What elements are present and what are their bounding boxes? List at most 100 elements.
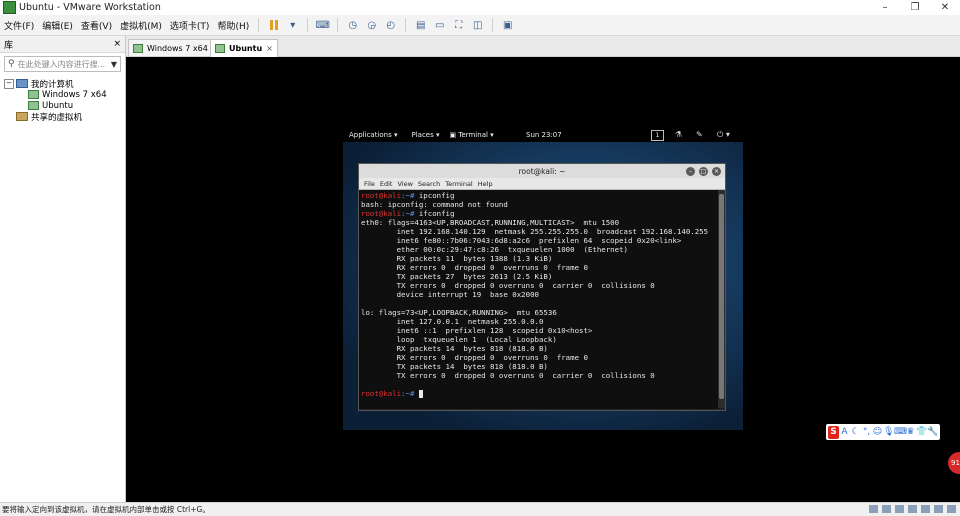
term-menu-edit[interactable]: Edit xyxy=(380,180,393,188)
close-icon[interactable]: × xyxy=(712,167,721,176)
tab-ubuntu[interactable]: Ubuntu × xyxy=(210,39,278,57)
library-search-input[interactable]: ⚲ 在此处键入内容进行搜... ▼ xyxy=(4,56,121,72)
term-menu-help[interactable]: Help xyxy=(478,180,493,188)
microphone-icon[interactable]: 🎙 xyxy=(883,426,894,439)
library-panel: 库 × ⚲ 在此处键入内容进行搜... ▼ − 我的计算机 Windows 7 … xyxy=(0,36,126,502)
network-icon[interactable]: ⚗ xyxy=(675,130,682,139)
hdd-icon[interactable] xyxy=(869,505,878,513)
term-menu-terminal[interactable]: Terminal xyxy=(445,180,472,188)
terminal-scrollbar[interactable] xyxy=(718,190,725,408)
tree-item-shared-vms[interactable]: 共享的虚拟机 xyxy=(4,111,121,123)
send-ctrl-alt-del-button[interactable]: ⌨ xyxy=(315,18,330,32)
moon-icon[interactable]: ☾ xyxy=(850,426,861,439)
term-menu-search[interactable]: Search xyxy=(418,180,440,188)
show-library-button[interactable]: ▤ xyxy=(413,18,428,32)
tree-item-label: 我的计算机 xyxy=(31,79,74,90)
workspace-indicator[interactable]: 1 xyxy=(651,130,664,141)
terminal-line: RX errors 0 dropped 0 overruns 0 frame 0 xyxy=(361,353,588,362)
terminal-line: root@kali:~# ifconfig xyxy=(361,209,455,218)
terminal-window[interactable]: root@kali: ~ – □ × File Edit View Search… xyxy=(358,163,726,411)
wrench-icon[interactable]: 🔧 xyxy=(927,426,938,439)
gnome-top-bar: Applications ▾ Places ▾ ▣ Terminal ▾ Sun… xyxy=(343,128,743,142)
shared-vm-icon xyxy=(16,112,28,121)
tree-item-ubuntu[interactable]: Ubuntu xyxy=(4,100,121,111)
guest-desktop[interactable]: Applications ▾ Places ▾ ▣ Terminal ▾ Sun… xyxy=(343,128,743,430)
menu-view[interactable]: 查看(V) xyxy=(77,19,116,32)
collapse-toggle-icon[interactable]: − xyxy=(4,78,14,89)
term-menu-view[interactable]: View xyxy=(397,180,412,188)
keyboard-icon[interactable]: ⌨ xyxy=(894,426,907,439)
maximize-icon[interactable]: □ xyxy=(699,167,708,176)
vm-icon xyxy=(28,90,39,99)
clock[interactable]: Sun 23:07 xyxy=(526,131,562,139)
terminal-line: TX errors 0 dropped 0 overruns 0 carrier… xyxy=(361,281,655,290)
status-bar: 要将输入定向到该虚拟机，请在虚拟机内部单击或按 Ctrl+G。 xyxy=(0,502,960,516)
chevron-down-icon: ▾ xyxy=(290,19,296,31)
fullscreen-button[interactable]: ⛶ xyxy=(451,18,466,32)
pause-button[interactable] xyxy=(266,18,281,32)
unity-button[interactable]: ◫ xyxy=(470,18,485,32)
tree-item-label: 共享的虚拟机 xyxy=(31,112,83,123)
vm-tab-strip: Windows 7 x64 × Ubuntu × xyxy=(126,36,960,57)
smile-icon[interactable]: ☺ xyxy=(872,426,883,439)
terminal-line: root@kali:~# ipconfig xyxy=(361,191,455,200)
search-icon: ⚲ xyxy=(8,59,15,69)
menu-vm[interactable]: 虚拟机(M) xyxy=(116,19,166,32)
library-header: 库 × xyxy=(0,36,125,53)
console-view-button[interactable]: ▣ xyxy=(500,18,515,32)
terminal-line: bash: ipconfig: command not found xyxy=(361,200,508,209)
menu-file[interactable]: 文件(F) xyxy=(0,19,38,32)
menu-tabs[interactable]: 选项卡(T) xyxy=(166,19,214,32)
shirt-icon[interactable]: 👕 xyxy=(916,426,927,439)
applications-menu[interactable]: Applications ▾ xyxy=(349,131,398,139)
terminal-line: TX packets 27 bytes 2613 (2.5 KiB) xyxy=(361,272,553,281)
chevron-down-icon[interactable]: ▼ xyxy=(111,60,117,69)
tree-item-my-computer[interactable]: − 我的计算机 xyxy=(4,78,121,90)
tree-item-windows7[interactable]: Windows 7 x64 xyxy=(4,89,121,100)
terminal-menubar: File Edit View Search Terminal Help xyxy=(359,178,725,190)
close-button[interactable]: ✕ xyxy=(930,0,960,15)
maximize-button[interactable]: ❐ xyxy=(900,0,930,15)
menu-help[interactable]: 帮助(H) xyxy=(213,19,253,32)
term-menu-file[interactable]: File xyxy=(364,180,375,188)
pen-icon[interactable]: ✎ xyxy=(696,130,703,139)
terminal-titlebar[interactable]: root@kali: ~ – □ × xyxy=(359,164,725,178)
ime-mode[interactable]: A xyxy=(839,426,850,439)
terminal-line: inet 127.0.0.1 netmask 255.0.0.0 xyxy=(361,317,544,326)
library-close-button[interactable]: × xyxy=(113,39,121,49)
window-title: Ubuntu - VMware Workstation xyxy=(19,2,161,13)
thumbnail-icon: ▭ xyxy=(435,19,445,31)
terminal-line: loop txqueuelen 1 (Local Loopback) xyxy=(361,335,557,344)
terminal-output[interactable]: root@kali:~# ipconfig bash: ipconfig: co… xyxy=(359,190,719,409)
cdrom-icon[interactable] xyxy=(882,505,891,513)
terminal-app-menu[interactable]: ▣ Terminal ▾ xyxy=(450,131,494,139)
vm-console[interactable]: Applications ▾ Places ▾ ▣ Terminal ▾ Sun… xyxy=(126,57,960,502)
unity-icon: ◫ xyxy=(473,19,483,31)
tab-close-button[interactable]: × xyxy=(266,44,273,53)
scrollbar-thumb[interactable] xyxy=(719,194,724,399)
punctuation-icon[interactable]: °, xyxy=(861,426,872,439)
thumbnail-bar-button[interactable]: ▭ xyxy=(432,18,447,32)
places-menu[interactable]: Places ▾ xyxy=(412,131,440,139)
minimize-button[interactable]: – xyxy=(870,0,900,15)
revert-snapshot-button[interactable]: ◶ xyxy=(364,18,379,32)
display-icon[interactable] xyxy=(934,505,943,513)
message-icon[interactable] xyxy=(947,505,956,513)
sogou-logo-icon[interactable]: S xyxy=(828,425,839,439)
skin-icon[interactable]: ♛ xyxy=(905,426,916,439)
terminal-title: root@kali: ~ xyxy=(518,166,566,176)
library-title: 库 xyxy=(4,40,14,51)
terminal-line: ether 00:0c:29:47:c8:26 txqueuelen 1000 … xyxy=(361,245,628,254)
terminal-line: lo: flags=73<UP,LOOPBACK,RUNNING> mtu 65… xyxy=(361,308,557,317)
snapshot-button[interactable]: ◷ xyxy=(345,18,360,32)
power-dropdown-button[interactable]: ▾ xyxy=(285,18,300,32)
usb-icon[interactable] xyxy=(908,505,917,513)
sound-icon[interactable] xyxy=(921,505,930,513)
network-adapter-icon[interactable] xyxy=(895,505,904,513)
power-icon[interactable]: ⏻ ▾ xyxy=(717,130,730,140)
minimize-icon[interactable]: – xyxy=(686,167,695,176)
snapshot-icon: ◷ xyxy=(348,19,358,31)
snapshot-manager-button[interactable]: ◴ xyxy=(383,18,398,32)
menu-edit[interactable]: 编辑(E) xyxy=(38,19,77,32)
library-search-placeholder: 在此处键入内容进行搜... xyxy=(17,59,106,69)
